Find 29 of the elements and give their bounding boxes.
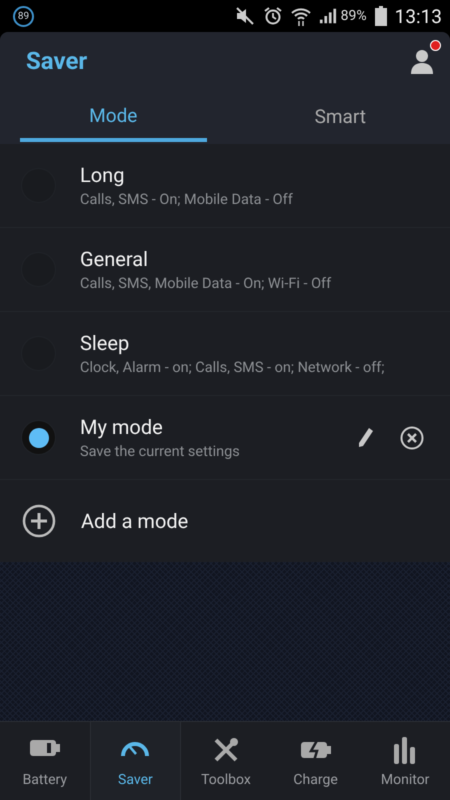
nav-tab[interactable]: Monitor (360, 722, 450, 800)
app-title: Saver (26, 46, 88, 74)
add-mode-button[interactable]: Add a mode (81, 509, 188, 533)
nav-tab[interactable]: Toolbox (181, 722, 271, 800)
mode-description: Clock, Alarm - on; Calls, SMS - on; Network - off; (80, 359, 386, 376)
battery-percent: 89% (340, 8, 367, 24)
nav-tab[interactable]: Saver (90, 722, 182, 800)
close-icon (400, 426, 424, 450)
mode-name: Sleep (80, 331, 130, 355)
mode-description: Save the current settings (80, 443, 241, 460)
mode-name: My mode (80, 415, 164, 439)
add-icon[interactable] (22, 504, 56, 538)
nav-tab[interactable]: Battery (0, 722, 90, 800)
tab[interactable]: Mode (20, 89, 207, 142)
wifi-icon (290, 6, 311, 26)
battery-icon (374, 6, 387, 26)
mute-icon (234, 6, 255, 26)
notification-badge: 89 (13, 6, 34, 26)
mode-name: General (80, 247, 150, 271)
mode-description: Calls, SMS, Mobile Data - On; Wi-Fi - Off (80, 275, 332, 292)
nav-tab[interactable]: Charge (270, 722, 360, 800)
alarm-icon (262, 6, 283, 26)
clock-time: 13:13 (394, 4, 442, 28)
mode-name: Long (80, 163, 126, 187)
signal-icon (318, 6, 337, 26)
mode-description: Calls, SMS - On; Mobile Data - Off (80, 191, 294, 208)
user-icon[interactable] (409, 48, 435, 74)
tab[interactable]: Smart (230, 89, 450, 144)
radio-button[interactable] (22, 421, 55, 454)
